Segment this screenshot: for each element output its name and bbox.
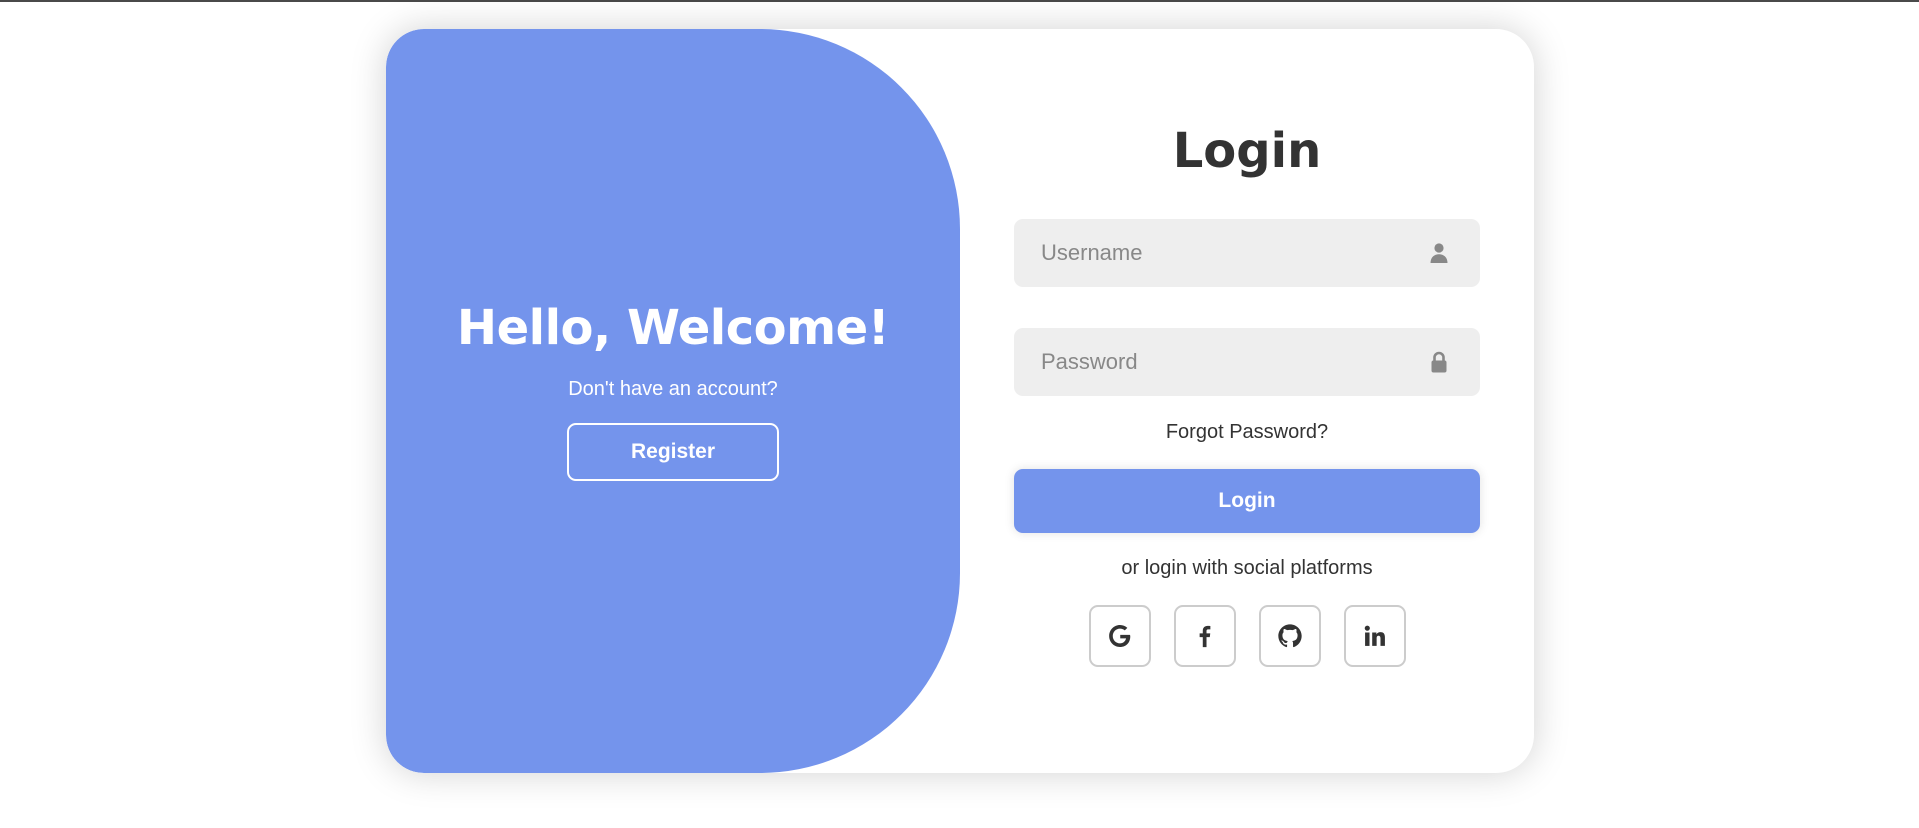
welcome-content: Hello, Welcome! Don't have an account? R…: [386, 29, 960, 773]
google-login-button[interactable]: [1089, 605, 1151, 667]
linkedin-login-button[interactable]: [1344, 605, 1406, 667]
forgot-password-link[interactable]: Forgot Password?: [1014, 421, 1480, 444]
register-button[interactable]: Register: [567, 422, 779, 481]
auth-card: Hello, Welcome! Don't have an account? R…: [386, 29, 1534, 773]
facebook-icon: [1199, 625, 1211, 648]
welcome-title: Hello, Welcome!: [456, 299, 890, 356]
github-icon: [1278, 624, 1302, 648]
password-input-box: [1014, 328, 1480, 396]
user-icon: [1430, 243, 1448, 263]
linkedin-icon: [1364, 625, 1385, 646]
social-login-row: [1089, 605, 1407, 669]
google-icon: [1109, 625, 1131, 647]
facebook-login-button[interactable]: [1174, 605, 1236, 667]
login-button[interactable]: Login: [1014, 469, 1480, 533]
password-input[interactable]: [1014, 328, 1414, 396]
welcome-subtitle: Don't have an account?: [568, 377, 778, 400]
login-title: Login: [1172, 123, 1322, 179]
github-login-button[interactable]: [1259, 605, 1321, 667]
username-input-box: [1014, 219, 1480, 287]
lock-icon: [1431, 351, 1447, 373]
username-input[interactable]: [1014, 219, 1414, 287]
window-top-border: [0, 0, 1919, 2]
login-form: Login Forgot Password? Login or login wi…: [1014, 29, 1480, 773]
social-login-text: or login with social platforms: [1121, 557, 1373, 579]
